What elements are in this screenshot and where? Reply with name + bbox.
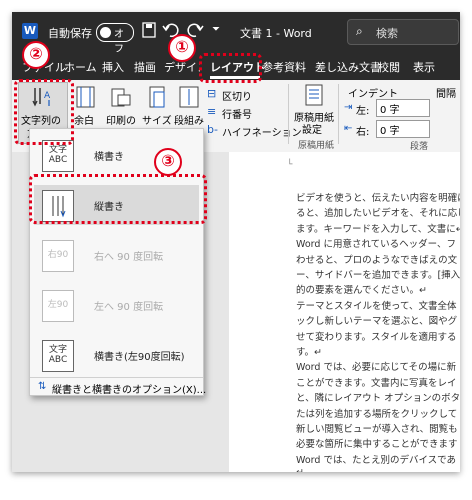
document-text-line: Word では、たとえ別のデバイスであ <box>296 454 457 466</box>
line-numbers-label[interactable]: 行番号 <box>222 106 252 121</box>
genko-group-label: 原稿用紙 <box>298 141 335 151</box>
save-icon[interactable] <box>142 22 156 38</box>
annotation-marker-2: ② <box>22 41 50 69</box>
document-text-line: Word に用意されているヘッダー、フ <box>296 239 457 251</box>
indent-left-value: 0 字 <box>380 105 400 116</box>
tab-view[interactable]: 表示 <box>413 59 435 75</box>
tab-references[interactable]: 参考資料 <box>262 59 306 75</box>
indent-right-label: 右: <box>356 127 370 138</box>
document-text-line: テーマとスタイルを使って、文書全体 <box>296 300 457 312</box>
menu-item-rotate-left-label: 左へ 90 度回転 <box>94 302 164 313</box>
genko-label-2: 設定 <box>302 125 322 136</box>
document-text-line: 的の要素を選んでください。↵ <box>296 285 427 297</box>
horizontal-rotate-icon: 文字 ABC <box>42 340 74 372</box>
hyphenation-label[interactable]: ハイフネーション <box>222 124 302 139</box>
menu-item-rotate-right-label: 右へ 90 度回転 <box>94 252 164 263</box>
menu-options-link[interactable]: 縦書きと横書きのオプション(X)... <box>52 381 206 396</box>
document-text-line: ます。キーワードを入力して、文書に↵ <box>296 223 460 235</box>
document-text-line: ↵ <box>296 467 460 472</box>
annotation-box-layout-tab <box>199 53 262 83</box>
menu-item-horizontal-rotate[interactable]: 文字 ABC 横書き(左90度回転) <box>34 335 199 375</box>
tab-mailings[interactable]: 差し込み文書 <box>315 59 381 75</box>
document-text-line: ックし新しいテーマを選ぶと、図やグ <box>296 316 458 328</box>
indent-left-label: 左: <box>356 106 370 117</box>
indent-header: インデント <box>348 89 398 100</box>
orientation-icon <box>111 88 131 107</box>
document-text-line: 新しい閲覧ビューが導入され、閲覧も <box>296 424 458 435</box>
document-text-line: わせると、プロのようなできばえの文 <box>296 254 458 266</box>
size-label: サイズ <box>142 116 172 127</box>
hyphenation-icon: b- <box>207 123 218 136</box>
breaks-label[interactable]: 区切り <box>222 88 252 103</box>
genko-settings-button[interactable]: 原稿用紙 設定 <box>294 84 334 136</box>
document-text-line: ことができます。文書内に写真をレイ <box>296 377 457 389</box>
toggle-state: オフ <box>114 29 124 55</box>
options-icon: ⇅ <box>38 381 47 392</box>
line-numbers-icon: ≡ <box>207 105 217 118</box>
document-text-line: Word では、必要に応じてその場に新 <box>296 362 457 374</box>
menu-divider <box>30 377 203 378</box>
document-text-line: す。↵ <box>296 347 323 358</box>
genko-icon <box>305 84 323 106</box>
document-text-line: たは列を追加する場所をクリックして <box>296 408 458 420</box>
breaks-icon: ⊟ <box>207 87 217 100</box>
document-text-line: 必要な箇所に集中することができます <box>296 439 458 451</box>
qat-customize-icon[interactable]: ⏷ <box>212 24 220 35</box>
document-text-line: せて変わります。スタイルを適用する <box>296 331 457 343</box>
menu-item-rotate-left[interactable]: 左90 左へ 90 度回転 <box>34 285 199 325</box>
annotation-box-text-direction <box>14 79 74 145</box>
document-title: 文書 1 - Word <box>240 27 312 40</box>
ribbon-divider-2 <box>338 84 339 144</box>
tab-insert[interactable]: 挿入 <box>102 59 124 75</box>
rotate-left-icon: 左90 <box>42 290 74 322</box>
menu-item-rotate-right[interactable]: 右90 右へ 90 度回転 <box>34 235 199 275</box>
margins-label: 余白 <box>74 116 94 127</box>
ribbon-divider <box>288 84 289 144</box>
autosave-label: 自動保存 <box>48 27 92 40</box>
indent-right-input[interactable]: 0 字 <box>376 120 430 138</box>
toggle-knob-icon <box>100 27 111 38</box>
document-text-line: ー、サイドバーを追加できます。[挿入 <box>296 270 460 281</box>
menu-item-horizontal-rotate-label: 横書き(左90度回転) <box>94 352 185 363</box>
annotation-marker-3: ③ <box>154 148 182 176</box>
tab-draw[interactable]: 描画 <box>134 59 156 75</box>
document-text-line: と、隣にレイアウト オプションのボタ <box>296 393 460 405</box>
document-text-line: ると、追加したいビデオを、それに応じ <box>296 208 460 220</box>
menu-item-horizontal-label: 横書き <box>94 152 124 163</box>
paragraph-group-label: 段落 <box>410 142 429 152</box>
size-icon <box>149 86 165 108</box>
search-icon: ⌕ <box>356 24 363 38</box>
search-placeholder: 検索 <box>376 27 398 40</box>
autosave-toggle[interactable]: オフ <box>96 23 134 55</box>
indent-left-icon: ⇥ <box>344 102 353 113</box>
word-window: W 自動保存 オフ ⏷ 文書 1 - Word ⌕ 検索 ファイル ホーム 挿入… <box>12 12 460 472</box>
indent-left-input[interactable]: 0 字 <box>376 99 430 117</box>
tab-home[interactable]: ホーム <box>64 59 97 75</box>
indent-right-value: 0 字 <box>380 126 400 137</box>
annotation-box-vertical <box>29 174 207 224</box>
document-text-line: ビデオを使うと、伝えたい内容を明確に <box>296 193 460 204</box>
search-box[interactable]: ⌕ 検索 <box>347 19 459 45</box>
title-bar: W 自動保存 オフ ⏷ 文書 1 - Word ⌕ 検索 <box>12 12 460 55</box>
word-logo-icon: W <box>22 23 38 39</box>
spacing-header: 間隔 <box>436 89 456 100</box>
annotation-marker-1: ① <box>168 34 196 62</box>
margins-icon <box>76 86 95 108</box>
columns-label: 段組み <box>174 116 204 127</box>
columns-icon <box>179 86 199 108</box>
rotate-right-icon: 右90 <box>42 240 74 272</box>
page-corner-mark: └ <box>287 160 293 170</box>
tab-review[interactable]: 校閲 <box>378 59 400 75</box>
indent-right-icon: ⇤ <box>344 123 353 134</box>
